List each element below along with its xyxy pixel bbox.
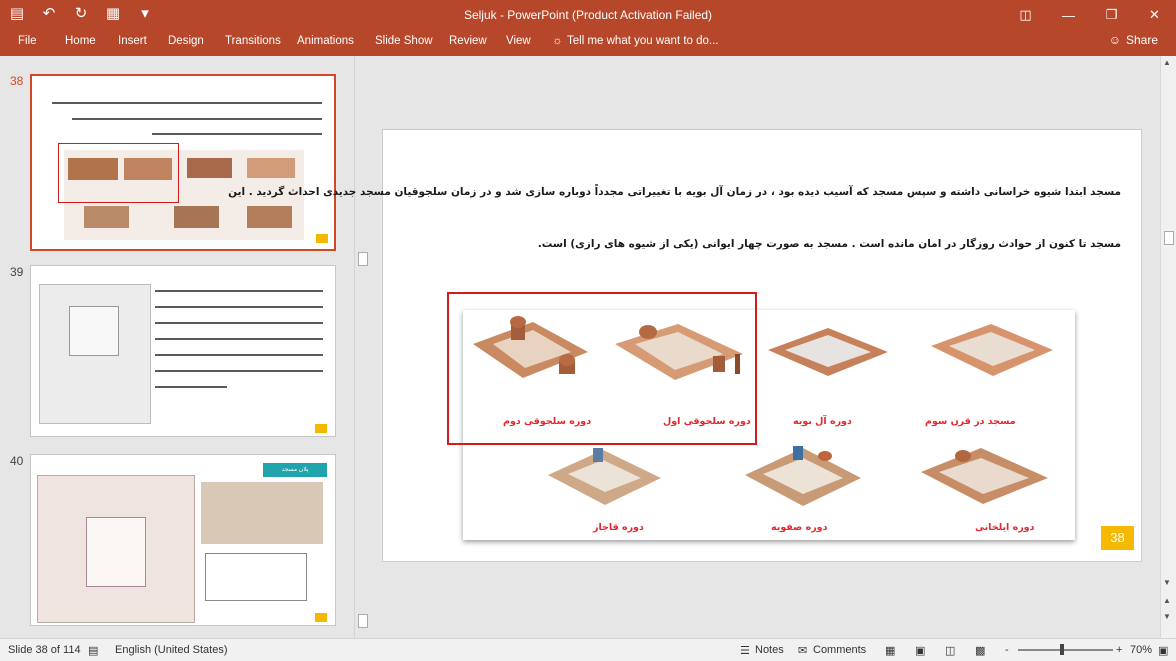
highlight-box[interactable] <box>447 292 757 445</box>
caption-buyid: دوره آل بویه <box>793 416 852 427</box>
ribbon-display-icon[interactable]: ◫ <box>1004 0 1047 30</box>
thumbnail-scrollbar[interactable] <box>354 56 370 638</box>
thumb-image <box>68 158 118 180</box>
slide-editor: مسجد ابتدا شیوه خراسانی داشته و سپس مسجد… <box>228 56 1160 638</box>
maximize-button[interactable]: ❐ <box>1090 0 1133 30</box>
model-buyid <box>768 328 888 376</box>
current-slide[interactable]: مسجد ابتدا شیوه خراسانی داشته و سپس مسجد… <box>228 129 1142 562</box>
slide-sorter-icon[interactable]: ▣ <box>915 644 925 657</box>
tab-file[interactable]: File <box>18 35 37 47</box>
reading-view-icon[interactable]: ◫ <box>945 644 955 657</box>
tab-slide-show[interactable]: Slide Show <box>375 35 433 47</box>
scroll-down-icon[interactable]: ▼ <box>1163 578 1171 587</box>
slide-thumbnail-pane: 38 39 40 پلان مسجد <box>0 56 370 638</box>
spell-check-icon[interactable]: ▤ <box>88 644 98 657</box>
tab-review[interactable]: Review <box>449 35 487 47</box>
model-safavid <box>745 446 861 506</box>
thumb-3d-image <box>201 482 323 544</box>
caption-qajar: دوره قاجار <box>593 522 644 533</box>
thumb-page-badge <box>316 234 328 243</box>
thumbnail-scroll-thumb[interactable] <box>358 252 368 266</box>
thumb-header-label: پلان مسجد <box>263 463 327 477</box>
zoom-in-button[interactable]: + <box>1116 644 1122 656</box>
thumb-courtyard <box>69 306 119 356</box>
slide-paragraph-line-2[interactable]: مسجد تا کنون از حوادث روزگار در امان مان… <box>538 238 1121 250</box>
normal-view-icon[interactable]: ▦ <box>885 644 895 657</box>
slide-counter: Slide 38 of 114 <box>8 644 81 656</box>
ribbon-tabs: File Home Insert Design Transitions Anim… <box>0 30 1176 56</box>
thumb-image <box>247 158 295 178</box>
slide-thumbnail[interactable] <box>30 265 336 437</box>
thumb-image <box>187 158 232 178</box>
thumb-page-badge <box>315 424 327 433</box>
thumb-text-line <box>52 102 322 104</box>
thumbnail-scroll-thumb[interactable] <box>358 614 368 628</box>
notes-button[interactable]: Notes <box>755 644 784 656</box>
thumb-text-line <box>155 338 323 340</box>
previous-slide-icon[interactable]: ▲ <box>1163 596 1171 605</box>
tab-home[interactable]: Home <box>65 35 96 47</box>
tab-view[interactable]: View <box>506 35 531 47</box>
model-third-century <box>931 324 1053 376</box>
zoom-out-button[interactable]: - <box>1005 644 1009 656</box>
caption-safavid: دوره صفویه <box>771 522 828 533</box>
tab-insert[interactable]: Insert <box>118 35 147 47</box>
comments-button[interactable]: Comments <box>813 644 866 656</box>
thumb-number: 39 <box>10 265 24 279</box>
thumb-number: 38 <box>10 74 24 88</box>
slide-thumbnail[interactable]: پلان مسجد <box>30 454 336 626</box>
thumb-text-line <box>72 118 322 120</box>
thumb-image <box>124 158 172 180</box>
thumb-number: 40 <box>10 454 24 468</box>
tab-transitions[interactable]: Transitions <box>225 35 281 47</box>
caption-third-century: مسجد در قرن سوم <box>925 416 1016 427</box>
model-ilkhanid <box>921 448 1048 504</box>
thumb-text-line <box>155 322 323 324</box>
next-slide-icon[interactable]: ▼ <box>1163 612 1171 621</box>
caption-ilkhanid: دوره ایلخانی <box>975 522 1035 533</box>
window-title: Seljuk - PowerPoint (Product Activation … <box>463 8 713 22</box>
thumb-text-line <box>155 306 323 308</box>
notes-icon: ☰ <box>740 645 750 657</box>
thumb-text-line <box>155 370 323 372</box>
thumb-text-line <box>155 290 323 292</box>
minimize-button[interactable]: — <box>1047 0 1090 30</box>
comments-icon: ✉ <box>798 645 808 657</box>
thumb-text-line <box>152 133 322 135</box>
zoom-slider[interactable] <box>1018 649 1113 651</box>
person-icon: ☺ <box>1108 33 1121 47</box>
thumb-image <box>84 206 129 228</box>
tell-me-input[interactable]: Tell me what you want to do... <box>567 35 719 47</box>
editor-scroll-thumb[interactable] <box>1164 231 1174 245</box>
language-indicator[interactable]: English (United States) <box>115 644 228 656</box>
slide-paragraph-line-1[interactable]: مسجد ابتدا شیوه خراسانی داشته و سپس مسجد… <box>228 186 1121 198</box>
tell-me-icon: ☼ <box>552 35 563 47</box>
tab-design[interactable]: Design <box>168 35 204 47</box>
thumb-image <box>247 206 292 228</box>
title-bar: ▤ ↶ ↻ ▦ ▾ Seljuk - PowerPoint (Product A… <box>0 0 1176 30</box>
scroll-up-icon[interactable]: ▲ <box>1163 58 1171 67</box>
tab-animations[interactable]: Animations <box>297 35 354 47</box>
fit-to-window-icon[interactable]: ▣ <box>1158 644 1168 657</box>
slide-page-number: 38 <box>1101 526 1134 550</box>
zoom-level[interactable]: 70% <box>1130 644 1152 656</box>
thumb-courtyard <box>86 517 146 587</box>
close-button[interactable]: ✕ <box>1133 0 1176 30</box>
slide-thumbnail[interactable] <box>30 74 336 251</box>
thumb-legend <box>205 553 307 601</box>
thumb-text-line <box>155 386 227 388</box>
thumb-page-badge <box>315 613 327 622</box>
thumb-image <box>174 206 219 228</box>
zoom-slider-thumb[interactable] <box>1060 644 1064 655</box>
share-button[interactable]: ☺ Share <box>1109 33 1158 47</box>
slideshow-view-icon[interactable]: ▩ <box>975 644 985 657</box>
editor-scrollbar[interactable]: ▲ ▼ ▲ ▼ <box>1160 56 1176 638</box>
thumb-text-line <box>155 354 323 356</box>
model-qajar <box>548 448 661 505</box>
status-bar: Slide 38 of 114 ▤ English (United States… <box>0 638 1176 661</box>
